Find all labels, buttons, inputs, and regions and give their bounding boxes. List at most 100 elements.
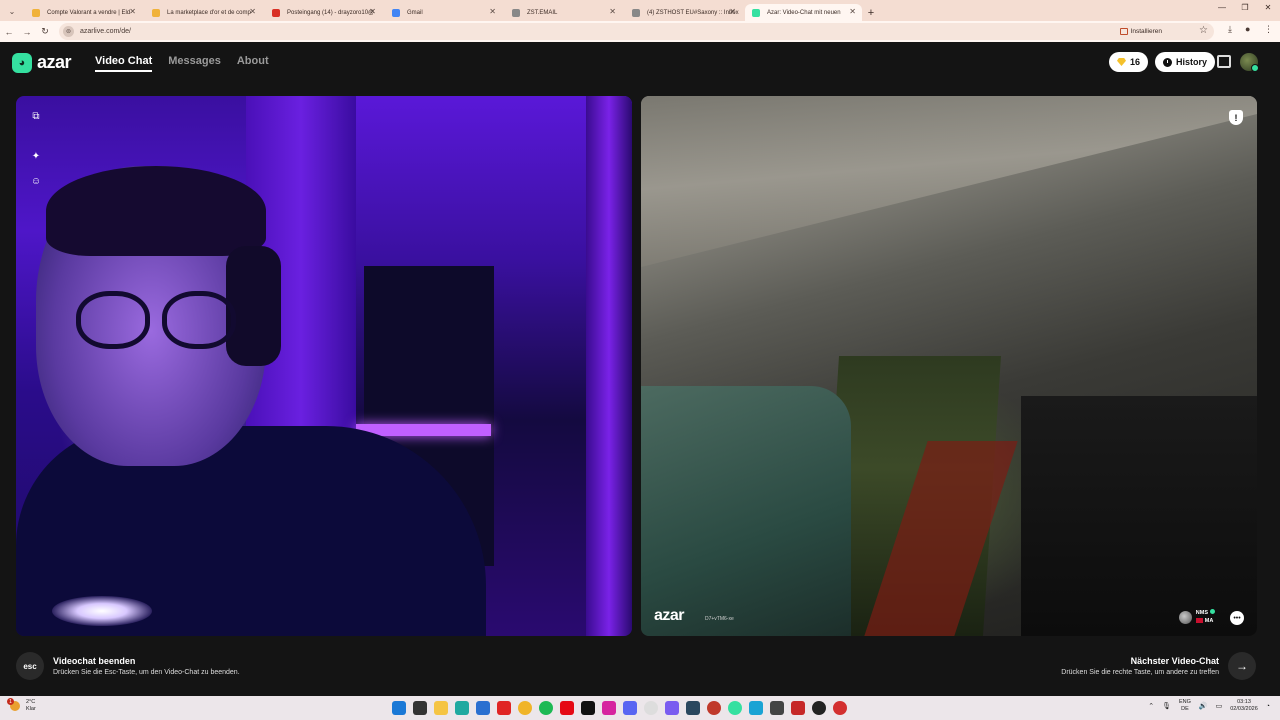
browser-tab-6[interactable]: (4) ZSTHOST EU#Saxony :: Inbox ✕ xyxy=(625,4,742,21)
language-code: ENG xyxy=(1178,699,1191,705)
browser-tabbar: ⌄ Compte Valorant a vendre | Eld ✕ La mar… xyxy=(0,0,1280,21)
flag-icon xyxy=(1195,618,1203,624)
close-icon[interactable]: ✕ xyxy=(849,7,856,16)
discord-icon[interactable] xyxy=(623,701,637,715)
app-icon[interactable] xyxy=(644,701,658,715)
browser-tab-4[interactable]: Gmail ✕ xyxy=(385,4,502,21)
browser-menu-icon[interactable]: ⋮ xyxy=(1264,24,1273,35)
tab-title: Gmail xyxy=(407,9,423,16)
task-view-icon[interactable] xyxy=(413,701,427,715)
tray-overflow-icon[interactable]: ⌃ xyxy=(1148,702,1154,710)
nav-messages[interactable]: Messages xyxy=(168,55,221,72)
azar-app: ◕ azar Video Chat Messages About 16 Hist… xyxy=(0,42,1280,696)
site-info-icon[interactable]: ⊜ xyxy=(63,26,74,37)
gems-button[interactable]: 16 xyxy=(1109,52,1149,72)
close-icon[interactable]: ✕ xyxy=(489,7,496,16)
close-icon[interactable]: ✕ xyxy=(369,7,376,16)
app-icon[interactable] xyxy=(707,701,721,715)
spotify-icon[interactable] xyxy=(539,701,553,715)
netflix-icon[interactable] xyxy=(560,701,574,715)
app-icon[interactable] xyxy=(812,701,826,715)
browser-tab-3[interactable]: Posteingang (14) - drayzoro10@ ✕ xyxy=(265,4,382,21)
maximize-icon[interactable]: ❐ xyxy=(1235,3,1255,12)
language-indicator[interactable]: ENG DE xyxy=(1179,699,1191,713)
notification-icon[interactable]: ◔ xyxy=(1266,703,1270,710)
app-icon[interactable] xyxy=(749,701,763,715)
url-text[interactable]: azarlive.com/de/ xyxy=(80,28,131,35)
tiktok-icon[interactable] xyxy=(581,701,595,715)
tab-title: ZST.EMAIL xyxy=(527,9,558,16)
next-chat-title: Nächster Video-Chat xyxy=(1130,656,1219,666)
next-chat-subtitle: Drücken Sie die rechte Taste, um andere … xyxy=(1061,669,1219,676)
forward-icon[interactable]: → xyxy=(18,27,36,37)
edge-icon[interactable] xyxy=(455,701,469,715)
tab-favicon xyxy=(632,9,640,17)
microphone-icon[interactable]: 🎙 xyxy=(1162,702,1171,710)
install-icon xyxy=(1119,28,1128,35)
tab-search-icon[interactable]: ⌄ xyxy=(4,3,20,19)
tab-title: La marketplace d'or et de comp xyxy=(167,9,251,16)
bookmark-star-icon[interactable]: ☆ xyxy=(1199,25,1208,36)
close-icon[interactable]: ✕ xyxy=(609,7,616,16)
youtube-icon[interactable] xyxy=(497,701,511,715)
new-tab-button[interactable]: + xyxy=(862,4,880,21)
report-shield-icon[interactable]: ! xyxy=(1229,110,1243,125)
face-filter-icon[interactable]: ☺ xyxy=(27,172,45,190)
browser-tab-2[interactable]: La marketplace d'or et de comp ✕ xyxy=(145,4,262,21)
peer-name-block: NMS MA xyxy=(1195,609,1215,625)
peer-video-feed: ! azar D7+vTM6-xe NMS MA ••• xyxy=(641,96,1257,636)
azar-logo[interactable]: ◕ azar xyxy=(12,52,72,73)
browser-tab-5[interactable]: ZST.EMAIL ✕ xyxy=(505,4,622,21)
end-chat-subtitle: Drücken Sie die Esc-Taste, um den Video-… xyxy=(53,669,240,676)
store-icon[interactable] xyxy=(476,701,490,715)
peer-avatar[interactable] xyxy=(1178,610,1192,624)
back-icon[interactable]: ← xyxy=(0,27,18,37)
weather-widget[interactable]: 1 2°C Klar xyxy=(7,698,36,713)
taskbar-apps xyxy=(392,701,847,715)
close-icon[interactable]: ✕ xyxy=(249,7,256,16)
window-close-icon[interactable]: ✕ xyxy=(1258,3,1278,12)
battery-icon[interactable]: ▭ xyxy=(1216,702,1223,710)
main-nav: Video Chat Messages About xyxy=(95,55,269,72)
camera-switch-icon[interactable]: ⧉ xyxy=(27,107,45,125)
instagram-icon[interactable] xyxy=(602,701,616,715)
magic-wand-icon[interactable]: ✦ xyxy=(27,147,45,165)
session-id: D7+vTM6-xe xyxy=(705,616,734,622)
clock[interactable]: 03:13 02/03/2026 xyxy=(1230,699,1258,713)
esc-button[interactable]: esc xyxy=(16,652,44,680)
tab-title: Compte Valorant a vendre | Eld xyxy=(47,9,131,16)
chat-bubble-icon[interactable]: ••• xyxy=(1230,611,1244,625)
history-button[interactable]: History xyxy=(1155,52,1216,72)
user-avatar[interactable] xyxy=(1240,53,1259,72)
tab-favicon xyxy=(272,9,280,17)
chrome-icon[interactable] xyxy=(518,701,532,715)
nav-video-chat[interactable]: Video Chat xyxy=(95,55,153,72)
browser-tab-1[interactable]: Compte Valorant a vendre | Eld ✕ xyxy=(25,4,142,21)
browser-tab-7-active[interactable]: Azar: Video-Chat mit neuen ✕ xyxy=(745,4,862,21)
next-arrow-button[interactable]: → xyxy=(1228,652,1256,680)
nav-about[interactable]: About xyxy=(237,55,269,72)
windows-start-icon[interactable] xyxy=(392,701,406,715)
download-icon[interactable]: ⤓ xyxy=(1228,24,1232,35)
profile-avatar[interactable]: ● xyxy=(1245,24,1250,34)
close-icon[interactable]: ✕ xyxy=(129,7,136,16)
close-icon[interactable]: ✕ xyxy=(729,7,736,16)
minimize-icon[interactable]: — xyxy=(1212,3,1232,12)
app-icon[interactable] xyxy=(770,701,784,715)
reload-icon[interactable]: ↻ xyxy=(36,26,54,37)
person-hair xyxy=(46,166,266,256)
app-icon[interactable] xyxy=(833,701,847,715)
volume-icon[interactable]: 🔊 xyxy=(1199,702,1208,710)
shop-icon[interactable] xyxy=(1217,55,1231,68)
gems-count: 16 xyxy=(1130,57,1141,67)
steam-icon[interactable] xyxy=(686,701,700,715)
chrome-active-icon[interactable] xyxy=(728,701,742,715)
app-icon[interactable] xyxy=(665,701,679,715)
tab-title: Posteingang (14) - drayzoro10@ xyxy=(287,9,375,16)
app-icon[interactable] xyxy=(791,701,805,715)
install-app-button[interactable]: Installieren xyxy=(1116,26,1166,37)
tab-favicon xyxy=(512,9,520,17)
peer-profile[interactable]: NMS MA xyxy=(1178,609,1215,625)
address-bar[interactable]: ⊜ azarlive.com/de/ Installieren ☆ xyxy=(59,23,1214,40)
file-explorer-icon[interactable] xyxy=(434,701,448,715)
